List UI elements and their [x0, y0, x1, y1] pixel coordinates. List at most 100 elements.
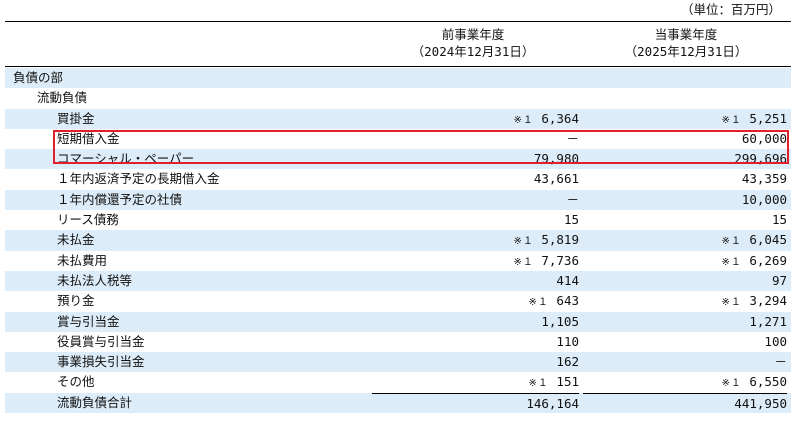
table-row: リース債務 15 15	[5, 210, 791, 230]
curr-value: 10,000	[742, 190, 787, 210]
curr-value: ※１ 6,045	[721, 230, 787, 252]
amount: 15	[771, 212, 787, 228]
note-mark: ※１	[721, 378, 742, 390]
prev-value: 146,164	[372, 392, 579, 414]
row-label: 未払費用	[57, 252, 108, 268]
amount: 6,269	[749, 252, 787, 268]
row-label: リース債務	[57, 212, 119, 228]
column-header: 前事業年度 （2024年12月31日） 当事業年度 （2025年12月31日）	[5, 21, 791, 67]
amount: 1,271	[749, 313, 787, 329]
curr-value: ※１ 5,251	[721, 109, 787, 131]
table-row: コマーシャル・ペーパー 79,980 299,696	[5, 149, 791, 170]
table-row: 事業損失引当金 162 －	[5, 352, 791, 373]
prev-value: －	[566, 129, 579, 149]
row-label: 買掛金	[57, 110, 95, 126]
prev-value: 43,661	[534, 169, 579, 189]
row-label: 未払金	[57, 232, 95, 248]
curr-value: －	[774, 352, 787, 372]
amount: 15	[563, 212, 579, 228]
table-row: 未払金 ※１ 5,819 ※１ 6,045	[5, 230, 791, 252]
table-row: １年内返済予定の長期借入金 43,661 43,359	[5, 169, 791, 189]
prev-value: ※１ 643	[529, 291, 580, 313]
table-row: 未払費用 ※１ 7,736 ※１ 6,269	[5, 251, 791, 271]
table-row: 買掛金 ※１ 6,364 ※１ 5,251	[5, 108, 791, 131]
row-label: 事業損失引当金	[57, 354, 145, 370]
prev-period-date: （2024年12月31日）	[411, 44, 535, 59]
prev-value: 414	[556, 271, 579, 291]
amount: 43,661	[533, 171, 579, 187]
note-mark: ※１	[721, 256, 742, 268]
amount: 97	[771, 272, 787, 288]
curr-value: 43,359	[742, 169, 787, 189]
row-label: 流動負債合計	[57, 394, 133, 410]
prev-period-title: 前事業年度	[441, 27, 505, 42]
amount: 10,000	[741, 191, 787, 207]
prev-value: 162	[556, 352, 579, 372]
amount: 299,696	[734, 151, 787, 167]
note-mark: ※１	[528, 297, 549, 309]
row-label: 役員賞与引当金	[57, 333, 145, 349]
amount: 441,950	[734, 395, 787, 411]
prev-period-header: 前事業年度 （2024年12月31日）	[373, 26, 573, 60]
amount: 6,550	[749, 374, 787, 390]
amount: 3,294	[749, 293, 787, 309]
row-label: １年内償還予定の社債	[57, 191, 183, 207]
amount: 414	[556, 272, 579, 288]
prev-value: ※１ 6,364	[513, 109, 579, 131]
table-row: １年内償還予定の社債 － 10,000	[5, 189, 791, 211]
table-row: 負債の部	[5, 68, 791, 89]
note-mark: ※１	[513, 256, 534, 268]
prev-value: ※１ 151	[529, 372, 580, 394]
curr-value: 441,950	[583, 392, 787, 414]
row-label: 賞与引当金	[57, 313, 120, 329]
liabilities-table: 負債の部 流動負債 買掛金 ※１ 6,364 ※１ 5,251 短期借入金－ 60,000 コ…	[5, 68, 791, 414]
prev-value: 15	[564, 210, 579, 230]
curr-value: 97	[772, 271, 787, 291]
amount: 43,359	[741, 171, 787, 187]
table-row: 短期借入金 － 60,000	[5, 129, 791, 149]
curr-value: ※１ 6,550	[721, 372, 787, 394]
row-label: 預り金	[57, 293, 95, 309]
curr-value: 100	[764, 332, 787, 352]
amount: 151	[556, 374, 579, 390]
prev-value: 79,980	[534, 149, 579, 169]
table-row: 賞与引当金 1,105 1,271	[5, 311, 791, 332]
amount: 5,251	[749, 110, 787, 126]
amount: －	[566, 191, 579, 207]
amount: 7,736	[541, 252, 579, 268]
amount: 110	[556, 333, 579, 349]
curr-value: 299,696	[734, 149, 787, 169]
row-label: 負債の部	[13, 70, 64, 85]
prev-value: ※１ 7,736	[513, 251, 579, 273]
note-mark: ※１	[721, 114, 742, 126]
note-mark: ※１	[721, 297, 742, 309]
table-row: 流動負債合計 146,164 441,950	[5, 392, 791, 414]
amount: 6,364	[541, 110, 579, 126]
prev-value: －	[566, 190, 579, 210]
amount: －	[566, 130, 579, 146]
note-mark: ※１	[528, 378, 549, 390]
amount: 100	[764, 333, 787, 349]
unit-label: （単位：百万円）	[680, 2, 781, 17]
row-label: １年内返済予定の長期借入金	[57, 171, 220, 187]
row-label: コマーシャル・ペーパー	[57, 151, 195, 167]
row-label: 未払法人税等	[57, 272, 133, 288]
amount: 6,045	[749, 232, 787, 248]
prev-value: ※１ 5,819	[513, 230, 579, 252]
curr-value: 15	[772, 210, 787, 230]
amount: －	[774, 354, 787, 370]
table-row: 役員賞与引当金 110 100	[5, 332, 791, 352]
note-mark: ※１	[513, 236, 534, 248]
amount: 162	[556, 354, 579, 370]
prev-value: 1,105	[541, 312, 579, 332]
curr-period-date: （2025年12月31日）	[624, 44, 748, 59]
curr-period-header: 当事業年度 （2025年12月31日）	[586, 26, 786, 60]
curr-period-title: 当事業年度	[654, 27, 718, 42]
prev-value: 110	[556, 332, 579, 352]
table-row: その他 ※１ 151 ※１ 6,550	[5, 372, 791, 392]
amount: 643	[556, 293, 579, 309]
table-row: 預り金 ※１ 643 ※１ 3,294	[5, 291, 791, 311]
curr-value: ※１ 3,294	[721, 291, 787, 313]
amount: 1,105	[541, 313, 579, 329]
table-row: 流動負債	[5, 88, 791, 108]
